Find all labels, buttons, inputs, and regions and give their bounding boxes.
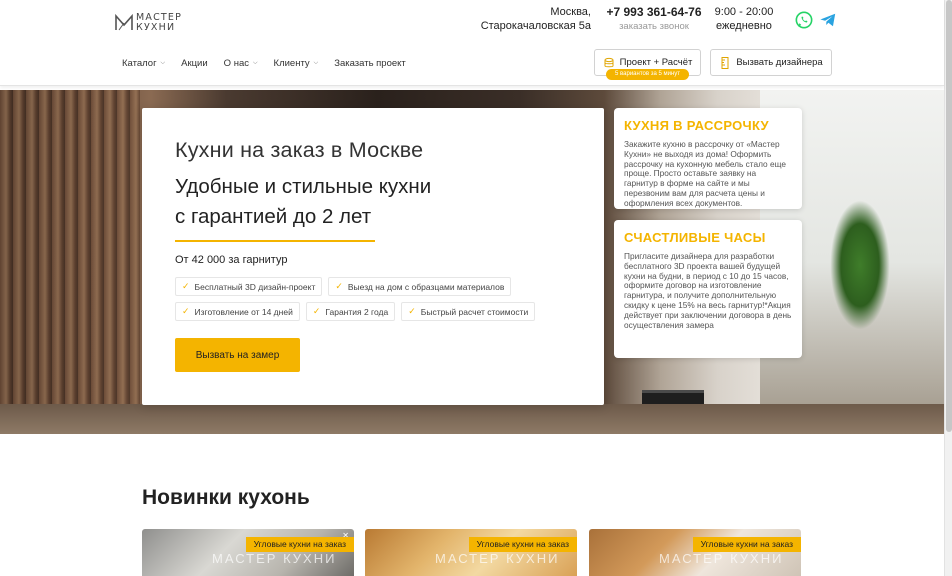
promo-text: Пригласите дизайнера для разработки бесп… <box>624 251 792 330</box>
phone-block: +7 993 361-64-76 заказать звонок <box>605 5 703 33</box>
benefit-label: Гарантия 2 года <box>325 306 389 317</box>
nav-item-promotions[interactable]: Акции <box>181 58 208 69</box>
nav-item-catalog[interactable]: Каталог ⌵ <box>122 58 165 69</box>
coins-icon <box>604 57 614 67</box>
card-watermark: МАСТЕР КУХНИ <box>435 551 560 566</box>
benefit-chip: ✓ Гарантия 2 года <box>305 302 396 321</box>
card-category-tag: Угловые кухни на заказ <box>468 537 577 552</box>
benefit-label: Выезд на дом с образцами материалов <box>347 281 505 292</box>
check-icon: ✓ <box>182 306 190 316</box>
nav-label: Заказать проект <box>334 58 406 69</box>
chevron-down-icon: ⌵ <box>313 60 319 66</box>
check-icon: ✓ <box>182 281 190 291</box>
benefits-list: ✓ Бесплатный 3D дизайн-проект ✓ Выезд на… <box>175 277 575 327</box>
promo-card-happy-hours[interactable]: СЧАСТЛИВЫЕ ЧАСЫ Пригласите дизайнера для… <box>614 220 802 358</box>
kitchen-card[interactable]: Угловые кухни на заказ МАСТЕР КУХНИ <box>589 529 801 576</box>
address: Москва, Старокачаловская 5а <box>470 5 591 33</box>
chevron-down-icon: ⌵ <box>160 60 166 66</box>
call-designer-label: Вызвать дизайнера <box>736 57 823 68</box>
nav-label: Акции <box>181 58 208 69</box>
benefit-chip: ✓ Бесплатный 3D дизайн-проект <box>175 277 323 296</box>
nav-item-order-project[interactable]: Заказать проект <box>334 58 406 69</box>
ruler-icon <box>721 56 729 69</box>
call-designer-button[interactable]: Вызвать дизайнера <box>710 49 832 76</box>
benefit-label: Бесплатный 3D дизайн-проект <box>194 281 316 292</box>
kitchen-card[interactable]: Угловые кухни на заказ МАСТЕР КУХНИ <box>365 529 577 576</box>
working-hours: 9:00 - 20:00 ежедневно <box>710 5 778 33</box>
card-category-tag: Угловые кухни на заказ <box>245 537 354 552</box>
main-nav: Каталог ⌵ Акции О нас ⌵ Клиенту ⌵ Заказа… <box>122 58 422 69</box>
nav-item-client[interactable]: Клиенту ⌵ <box>274 58 319 69</box>
nav-label: Каталог <box>122 58 157 69</box>
hours-days: ежедневно <box>716 20 772 32</box>
hero-subtitle: Удобные и стильные кухни с гарантией до … <box>175 172 495 232</box>
card-category-tag: Угловые кухни на заказ <box>692 537 801 552</box>
benefit-chip: ✓ Быстрый расчет стоимости <box>401 302 536 321</box>
hero-divider <box>175 240 375 242</box>
project-calc-label: Проект + Расчёт <box>619 57 693 68</box>
kitchen-card[interactable]: ✕ Угловые кухни на заказ МАСТЕР КУХНИ <box>142 529 354 576</box>
benefit-chip: ✓ Изготовление от 14 дней <box>175 302 300 321</box>
hero-floor <box>0 404 944 434</box>
new-kitchens-title: Новинки кухонь <box>142 486 310 509</box>
hours-time: 9:00 - 20:00 <box>714 6 774 18</box>
address-city: Москва, <box>550 6 591 18</box>
benefit-chip: ✓ Выезд на дом с образцами материалов <box>328 277 512 296</box>
hero-wall-slats <box>0 90 140 434</box>
phone-number[interactable]: +7 993 361-64-76 <box>605 5 703 20</box>
whatsapp-icon[interactable] <box>795 11 813 29</box>
check-icon: ✓ <box>312 306 321 316</box>
hero-subtitle-line-1: Удобные и стильные кухни <box>175 175 432 198</box>
benefit-label: Изготовление от 14 дней <box>194 306 293 317</box>
hero-title: Кухни на заказ в Москве <box>175 138 424 162</box>
nav-label: Клиенту <box>273 58 310 69</box>
callback-link[interactable]: заказать звонок <box>605 20 703 33</box>
telegram-icon[interactable] <box>819 11 837 29</box>
address-street: Старокачаловская 5а <box>480 20 591 32</box>
scrollbar-thumb[interactable] <box>946 0 952 432</box>
check-icon: ✓ <box>408 306 416 316</box>
benefits-row: ✓ Бесплатный 3D дизайн-проект ✓ Выезд на… <box>175 277 575 296</box>
promo-text: Закажите кухню в рассрочку от «Мастер Ку… <box>624 139 786 208</box>
site-header: МАСТЕР КУХНИ Москва, Старокачаловская 5а… <box>0 0 944 86</box>
nav-item-about[interactable]: О нас ⌵ <box>224 58 258 69</box>
logo-mark-icon <box>115 13 133 31</box>
logo-line-2: КУХНИ <box>136 22 176 33</box>
promo-card-installment[interactable]: КУХНЯ В РАССРОЧКУ Закажите кухню в расср… <box>614 108 802 209</box>
card-watermark: МАСТЕР КУХНИ <box>659 551 784 566</box>
check-icon: ✓ <box>335 281 343 291</box>
page-scrollbar[interactable] <box>944 0 952 576</box>
logo-text: МАСТЕР КУХНИ <box>136 13 182 33</box>
promo-title: КУХНЯ В РАССРОЧКУ <box>624 118 769 133</box>
hero-subtitle-line-2: с гарантией до 2 лет <box>175 205 372 228</box>
chevron-down-icon: ⌵ <box>252 60 258 66</box>
call-measurer-button[interactable]: Вызвать на замер <box>175 338 300 372</box>
hero-card: Кухни на заказ в Москве Удобные и стильн… <box>142 108 604 405</box>
benefits-row: ✓ Изготовление от 14 дней ✓ Гарантия 2 г… <box>175 302 575 321</box>
project-offer-badge: 5 вариантов за 5 минут <box>606 69 689 80</box>
card-watermark: МАСТЕР КУХНИ <box>212 551 337 566</box>
benefit-label: Быстрый расчет стоимости <box>420 306 529 317</box>
promo-title: СЧАСТЛИВЫЕ ЧАСЫ <box>624 230 766 245</box>
hero-price: От 42 000 за гарнитур <box>175 254 288 266</box>
logo[interactable]: МАСТЕР КУХНИ <box>114 11 188 35</box>
plant-image <box>830 200 890 330</box>
nav-label: О нас <box>223 58 249 69</box>
